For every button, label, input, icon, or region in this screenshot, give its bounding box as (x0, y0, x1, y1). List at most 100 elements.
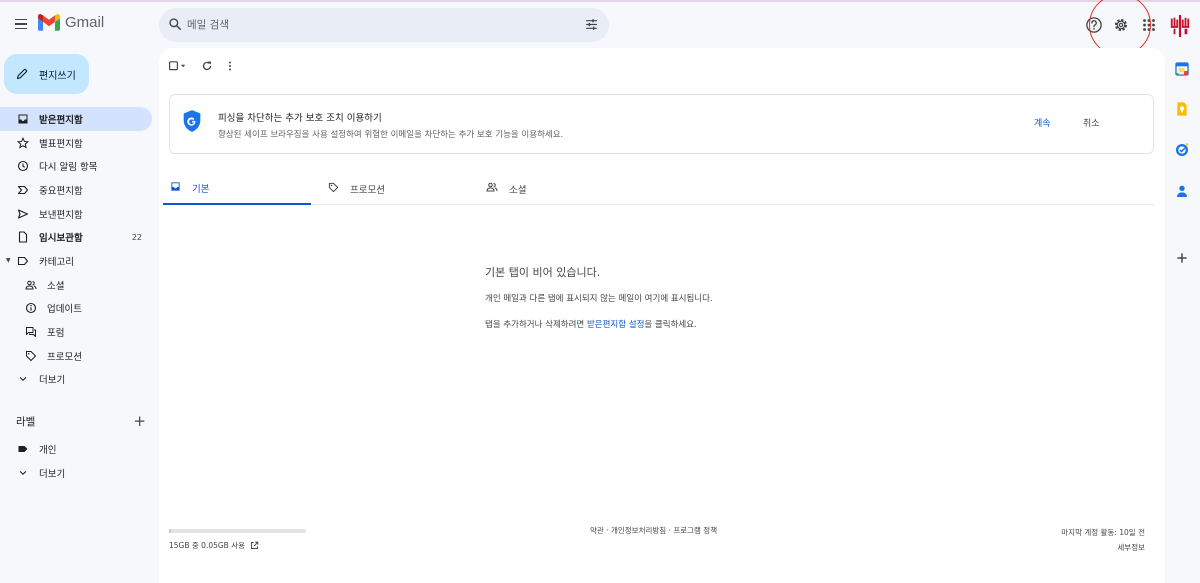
search-input[interactable] (187, 15, 567, 35)
google-shield-icon (183, 110, 201, 132)
select-checkbox[interactable] (169, 59, 187, 73)
add-app-icon[interactable] (1174, 250, 1190, 266)
labels-title: 라벨 (16, 415, 36, 428)
tasks-icon[interactable] (1174, 142, 1190, 158)
banner-cancel-button[interactable]: 취소 (1083, 116, 1100, 129)
details-link[interactable]: 세부정보 (1061, 540, 1145, 555)
sidebar-item-label: 포럼 (47, 328, 65, 340)
compose-button[interactable]: 편지쓰기 (4, 54, 89, 94)
empty-state-line1: 개인 메일과 다른 탭에 표시되지 않는 메일이 여기에 표시됩니다. (485, 294, 713, 304)
empty-state-title: 기본 탭이 비어 있습니다. (485, 266, 601, 279)
sidebar-item-label: 더보기 (39, 375, 66, 387)
tag-icon (24, 349, 38, 363)
more-options-icon[interactable] (227, 59, 233, 73)
search-bar (159, 8, 609, 42)
banner-title: 피싱을 차단하는 추가 보호 조치 이용하기 (218, 113, 382, 124)
people-icon (486, 181, 498, 196)
empty-state-line2: 탭을 추가하거나 삭제하려면 받은편지함 설정을 클릭하세요. (485, 318, 697, 330)
sidebar-item-label: 다시 알림 항목 (39, 162, 98, 174)
banner-continue-button[interactable]: 계속 (1034, 116, 1051, 129)
sidebar-item-label: 별표편지함 (39, 138, 83, 150)
sidebar-item-label: 중요편지함 (39, 185, 83, 197)
add-label-button[interactable]: + (133, 413, 146, 429)
label-filled-icon (16, 442, 30, 456)
category-tabs: 기본 프로모션 소셜 (163, 172, 1155, 205)
tab-primary[interactable]: 기본 (163, 172, 311, 205)
security-banner: 피싱을 차단하는 추가 보호 조치 이용하기 향상된 세이프 브라우징을 사용 … (169, 94, 1154, 154)
search-icon[interactable] (168, 17, 182, 31)
empty-state-line2-prefix: 탭을 추가하거나 삭제하려면 (485, 320, 587, 330)
tab-promotions[interactable]: 프로모션 (321, 172, 469, 205)
drafts-count: 22 (131, 232, 142, 242)
label-item-more[interactable]: 더보기 (0, 461, 152, 485)
tab-social[interactable]: 소셜 (479, 172, 627, 205)
expand-caret-icon[interactable]: ▼ (6, 257, 11, 264)
clock-icon (16, 159, 30, 173)
sidebar-item-drafts[interactable]: 임시보관함 22 (0, 225, 152, 249)
pencil-icon (16, 68, 28, 80)
send-icon (16, 207, 30, 221)
sidebar-item-forums[interactable]: 포럼 (0, 320, 152, 344)
inbox-icon (16, 112, 30, 126)
sidebar-item-label: 임시보관함 (39, 233, 83, 245)
tab-label: 소셜 (509, 184, 527, 196)
open-external-icon[interactable] (250, 541, 259, 550)
sidebar-item-label: 받은편지함 (39, 114, 83, 126)
tab-label: 프로모션 (350, 184, 385, 196)
compose-label: 편지쓰기 (39, 70, 76, 82)
sidebar-item-label: 업데이트 (47, 304, 82, 316)
google-apps-icon[interactable] (1140, 16, 1158, 34)
empty-state-line2-suffix: 을 클릭하세요. (644, 320, 697, 330)
help-icon[interactable] (1085, 16, 1103, 34)
calendar-icon[interactable] (1174, 61, 1190, 77)
label-item-personal[interactable]: 개인 (0, 437, 152, 461)
sidebar-item-starred[interactable]: 별표편지함 (0, 131, 152, 155)
tab-label: 기본 (192, 183, 210, 195)
sidebar-item-sent[interactable]: 보낸편지함 (0, 202, 152, 226)
sidebar-nav: 받은편지함 별표편지함 다시 알림 항목 중요편지함 보낸편지함 임시보관함 2… (0, 107, 152, 391)
refresh-icon[interactable] (201, 59, 213, 73)
labels-header: 라벨 + (16, 412, 146, 430)
label-outline-icon (16, 254, 30, 268)
gmail-logo[interactable]: Gmail (38, 14, 104, 31)
footer-links: 약관 · 개인정보처리방침 · 프로그램 정책 (590, 526, 718, 535)
sidebar-item-inbox[interactable]: 받은편지함 (0, 107, 152, 131)
forum-icon (24, 325, 38, 339)
account-avatar[interactable] (1169, 15, 1191, 37)
gmail-m-icon (38, 14, 60, 31)
chevron-down-icon (16, 466, 30, 480)
program-policy-link[interactable]: 프로그램 정책 (673, 526, 717, 535)
sidebar-item-label: 보낸편지함 (39, 209, 83, 221)
privacy-link[interactable]: 개인정보처리방침 (611, 526, 666, 535)
app-name: Gmail (65, 14, 105, 31)
sidebar-item-label: 카테고리 (39, 256, 74, 268)
storage-text: 15GB 중 0.05GB 사용 (169, 541, 246, 550)
keep-icon[interactable] (1174, 101, 1190, 117)
people-icon (24, 278, 38, 292)
banner-description: 향상된 세이프 브라우징을 사용 설정하여 위험한 이메일을 차단하는 추가 보… (218, 130, 564, 140)
storage-info: 15GB 중 0.05GB 사용 (169, 540, 259, 551)
chevron-down-icon (16, 372, 30, 386)
header: Gmail (0, 0, 1200, 56)
labels-nav: 개인 더보기 (0, 437, 152, 484)
inbox-settings-link[interactable]: 받은편지함 설정 (587, 320, 644, 330)
sidebar-item-more[interactable]: 더보기 (0, 368, 152, 392)
tag-icon (328, 182, 339, 196)
contacts-icon[interactable] (1174, 183, 1190, 199)
draft-icon (16, 230, 30, 244)
sidebar-item-label: 프로모션 (47, 351, 82, 363)
terms-link[interactable]: 약관 (590, 526, 604, 535)
info-icon (24, 301, 38, 315)
sidebar-item-snoozed[interactable]: 다시 알림 항목 (0, 154, 152, 178)
sidebar-item-promotions[interactable]: 프로모션 (0, 344, 152, 368)
sidebar-item-social[interactable]: 소셜 (0, 273, 152, 297)
sidebar-item-important[interactable]: 중요편지함 (0, 178, 152, 202)
main-menu-button[interactable] (10, 14, 32, 34)
inbox-icon (170, 181, 181, 195)
search-options-icon[interactable] (585, 18, 598, 31)
account-activity: 마지막 계정 활동: 10일 전 세부정보 (1061, 525, 1145, 555)
settings-gear-icon[interactable] (1112, 16, 1130, 34)
label-item-text: 개인 (39, 444, 57, 456)
sidebar-item-categories[interactable]: ▼ 카테고리 (0, 249, 152, 273)
sidebar-item-updates[interactable]: 업데이트 (0, 297, 152, 321)
